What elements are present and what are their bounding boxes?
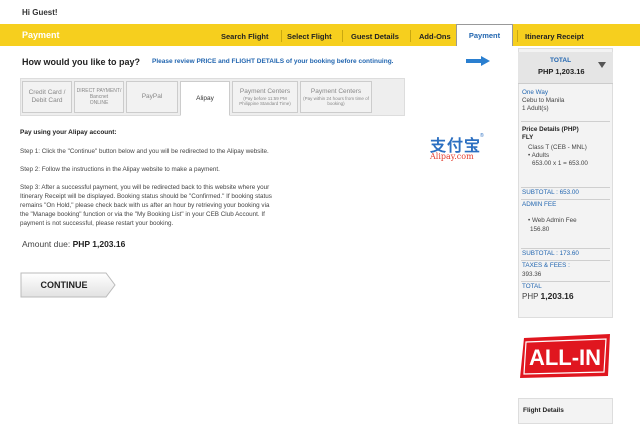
continue-button[interactable]: CONTINUE — [20, 272, 116, 298]
route: Cebu to Manila — [522, 97, 565, 104]
tab-label: Credit Card / Debit Card — [28, 89, 66, 104]
adult-fare-calc: 653.00 x 1 = 653.00 — [532, 160, 588, 167]
amount-due-label: Amount due: — [22, 239, 71, 249]
alipay-heading: Pay using your Alipay account: — [20, 129, 117, 136]
passenger-count: 1 Adult(s) — [522, 105, 549, 112]
nav-step-search-flight[interactable]: Search Flight — [221, 32, 269, 41]
tab-credit-card[interactable]: Credit Card / Debit Card — [22, 81, 72, 113]
step-1-text: Step 1: Click the "Continue" button belo… — [20, 148, 269, 155]
alipay-logo-text: Alipay.com — [430, 152, 474, 161]
flight-details-heading: Flight Details — [523, 407, 564, 414]
tab-paypal[interactable]: PayPal — [126, 81, 178, 113]
total-label: TOTAL — [550, 57, 572, 64]
subtotal-fees: SUBTOTAL : 173.60 — [522, 250, 579, 257]
nav-step-guest-details[interactable]: Guest Details — [351, 32, 399, 41]
total-currency: PHP — [522, 292, 539, 301]
nav-divider — [410, 30, 411, 42]
fare-class: Class T (CEB - MNL) — [528, 144, 587, 151]
greeting-text: Hi Guest! — [22, 8, 58, 17]
payment-question: How would you like to pay? — [22, 57, 141, 67]
tab-label: DIRECT PAYMENT/ Bancnet — [76, 88, 122, 100]
chevron-down-icon[interactable] — [598, 62, 606, 68]
tab-label: Payment Centers — [239, 87, 291, 95]
step-3-line-1: Step 3: After a successful payment, you … — [20, 184, 270, 191]
nav-page-title: Payment — [22, 30, 60, 40]
tab-bancnet[interactable]: DIRECT PAYMENT/ Bancnet ONLINE — [74, 81, 124, 113]
all-in-text: ALL-IN — [529, 345, 601, 370]
step-2-text: Step 2: Follow the instructions in the A… — [20, 166, 220, 173]
taxes-fees-label: TAXES & FEES : — [522, 262, 570, 269]
top-bar: Hi Guest! — [0, 0, 640, 24]
nav-step-add-ons[interactable]: Add-Ons — [419, 32, 451, 41]
admin-fee-heading: ADMIN FEE — [522, 201, 557, 208]
total-label-bottom: TOTAL — [522, 283, 542, 290]
web-admin-fee-label: • Web Admin Fee — [528, 217, 577, 224]
arrow-right-icon — [466, 56, 490, 66]
all-in-fare-logo: ALL-IN — [520, 334, 610, 378]
divider — [521, 248, 610, 249]
nav-divider — [517, 30, 518, 42]
tab-payment-centers-1[interactable]: Payment Centers (Pay before 11:59 PM Phi… — [232, 81, 298, 113]
step-3-line-2: Itinerary Receipt will be displayed. Boo… — [20, 193, 272, 200]
subtotal-fare: SUBTOTAL : 653.00 — [522, 189, 579, 196]
adults-label: • Adults — [528, 152, 550, 159]
web-admin-fee-amount: 156.80 — [530, 226, 550, 233]
divider — [521, 260, 610, 261]
step-3-line-5: payment is not successful, please restar… — [20, 220, 174, 227]
tab-sublabel: (Pay within 24 hours from time of bookin… — [303, 95, 369, 106]
total-amount-bottom: 1,203.16 — [540, 291, 574, 301]
registered-mark: ® — [480, 133, 484, 139]
tab-label: Alipay — [196, 94, 214, 102]
step-3-line-4: the "Manage booking" function or via the… — [20, 211, 265, 218]
total-bottom: PHP 1,203.16 — [522, 292, 574, 301]
divider — [521, 121, 610, 122]
taxes-fees-amount: 393.36 — [522, 271, 542, 278]
progress-nav: Payment Search Flight Select Flight Gues… — [0, 24, 640, 46]
tab-payment-centers-2[interactable]: Payment Centers (Pay within 24 hours fro… — [300, 81, 372, 113]
trip-type: One Way — [522, 89, 549, 96]
tab-alipay[interactable]: Alipay — [180, 81, 230, 116]
tab-sublabel: (Pay before 11:59 PM Philippine Standard… — [239, 95, 291, 106]
nav-step-payment-active[interactable]: Payment — [456, 24, 513, 46]
nav-step-itinerary-receipt[interactable]: Itinerary Receipt — [525, 32, 584, 41]
review-note: Please review PRICE and FLIGHT DETAILS o… — [152, 58, 394, 65]
total-amount: PHP 1,203.16 — [538, 67, 585, 76]
continue-button-label: CONTINUE — [40, 280, 88, 290]
fly-label: FLY — [522, 134, 534, 141]
tab-label: Payment Centers — [310, 87, 362, 95]
tab-sublabel: ONLINE — [89, 100, 109, 106]
price-details-heading: Price Details (PHP) — [522, 126, 579, 133]
nav-step-select-flight[interactable]: Select Flight — [287, 32, 332, 41]
nav-divider — [342, 30, 343, 42]
divider — [521, 281, 610, 282]
amount-due: Amount due: PHP 1,203.16 — [22, 239, 125, 249]
step-3-line-3: remains "On Hold," please check back wit… — [20, 202, 270, 209]
amount-due-value: PHP 1,203.16 — [72, 239, 126, 249]
tab-label: PayPal — [141, 93, 163, 101]
nav-divider — [281, 30, 282, 42]
divider — [521, 199, 610, 200]
divider — [521, 187, 610, 188]
